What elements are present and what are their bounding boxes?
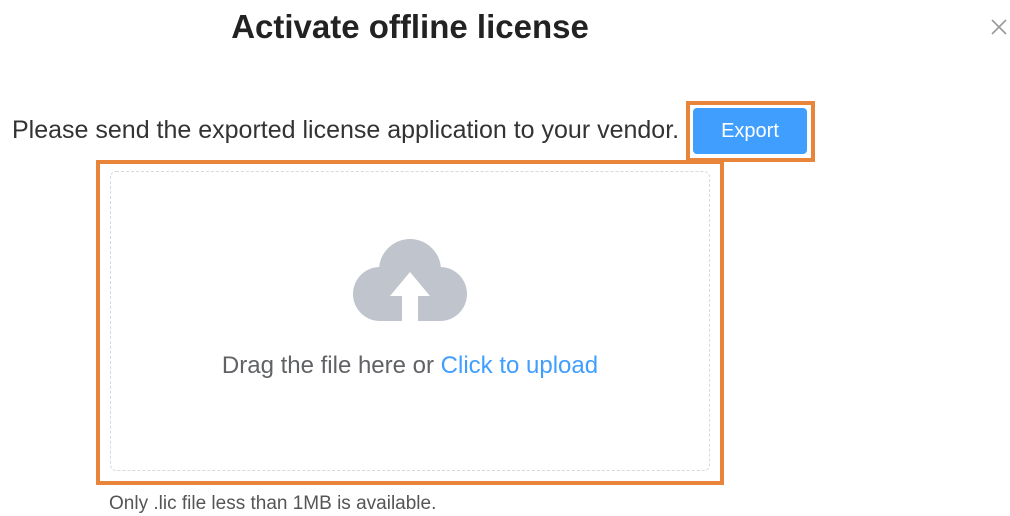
close-icon[interactable] bbox=[990, 17, 1008, 37]
drag-instruction: Drag the file here or bbox=[221, 352, 441, 379]
dialog-title: Activate offline license bbox=[231, 8, 589, 45]
upload-tip: Only .lic file less than 1MB is availabl… bbox=[109, 493, 437, 514]
export-instruction: Please send the exported license applica… bbox=[12, 116, 680, 144]
export-button[interactable]: Export bbox=[693, 108, 807, 154]
activate-offline-license-dialog: Activate offline license Please send the… bbox=[0, 0, 1010, 516]
click-to-upload-link[interactable]: Click to upload bbox=[441, 352, 598, 379]
cloud-upload-icon bbox=[352, 238, 468, 324]
dropzone-text: Drag the file here or Click to upload bbox=[110, 352, 710, 380]
